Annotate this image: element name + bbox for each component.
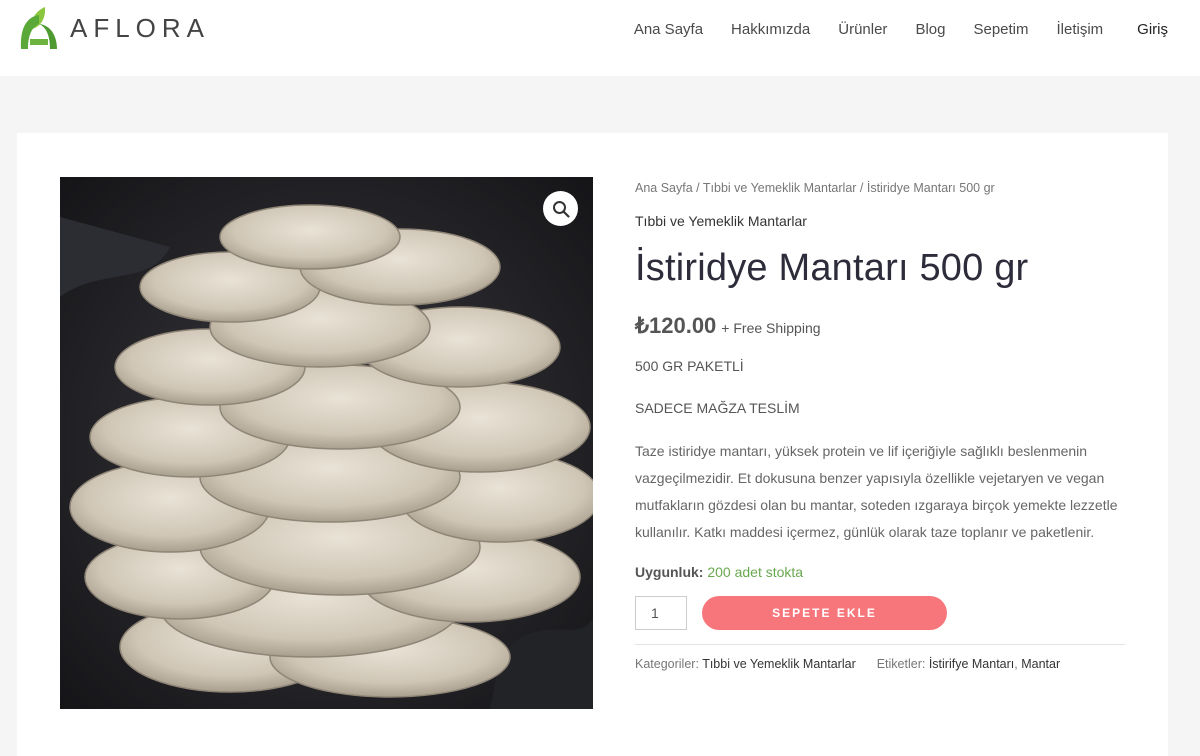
main-nav: Ana Sayfa Hakkımızda Ürünler Blog Sepeti… bbox=[606, 20, 1168, 40]
brand-name: AFLORA bbox=[70, 12, 211, 43]
breadcrumb-current: İstiridye Mantarı 500 gr bbox=[866, 181, 995, 195]
nav-item-blog[interactable]: Blog bbox=[915, 20, 945, 40]
brand-logo[interactable]: AFLORA bbox=[18, 5, 210, 51]
breadcrumb-separator: / bbox=[856, 181, 867, 195]
nav-item-products[interactable]: Ürünler bbox=[838, 20, 887, 40]
breadcrumb-separator: / bbox=[692, 181, 703, 195]
stock-label: Uygunluk: bbox=[635, 564, 704, 580]
product-meta: Kategoriler: Tıbbi ve Yemeklik Mantarlar… bbox=[635, 657, 1061, 671]
product-summary: Ana Sayfa / Tıbbi ve Yemeklik Mantarlar … bbox=[635, 178, 1125, 672]
breadcrumb: Ana Sayfa / Tıbbi ve Yemeklik Mantarlar … bbox=[635, 178, 1125, 198]
add-to-cart-button[interactable]: SEPETE EKLE bbox=[702, 596, 947, 630]
package-info: 500 GR PAKETLİ bbox=[635, 358, 744, 374]
site-header: AFLORA Ana Sayfa Hakkımızda Ürünler Blog… bbox=[0, 0, 1200, 76]
stock-value: 200 adet stokta bbox=[707, 564, 804, 580]
divider bbox=[635, 644, 1125, 645]
leaf-a-logo-icon bbox=[20, 7, 57, 49]
product-category[interactable]: Tıbbi ve Yemeklik Mantarlar bbox=[635, 211, 1125, 231]
nav-item-cart[interactable]: Sepetim bbox=[973, 20, 1028, 40]
product-title: İstiridye Mantarı 500 gr bbox=[635, 247, 1029, 289]
price-row: ₺120.00 + Free Shipping bbox=[635, 313, 1125, 339]
nav-item-about[interactable]: Hakkımızda bbox=[731, 20, 810, 40]
nav-item-login[interactable]: Giriş bbox=[1137, 20, 1168, 40]
breadcrumb-home[interactable]: Ana Sayfa bbox=[635, 181, 693, 195]
magnifier-icon bbox=[552, 200, 570, 218]
category-link[interactable]: Tıbbi ve Yemeklik Mantarlar bbox=[702, 657, 856, 671]
quantity-input[interactable] bbox=[635, 596, 687, 630]
tags-label: Etiketler: bbox=[876, 657, 926, 671]
tag-link[interactable]: İstirifye Mantarı bbox=[929, 657, 1014, 671]
zoom-button[interactable] bbox=[543, 191, 578, 226]
shipping-note: + Free Shipping bbox=[721, 320, 821, 336]
product-price: ₺120.00 bbox=[635, 313, 717, 338]
add-to-cart-form: SEPETE EKLE bbox=[635, 596, 1125, 630]
nav-item-home[interactable]: Ana Sayfa bbox=[634, 20, 703, 40]
nav-item-contact[interactable]: İletişim bbox=[1057, 20, 1104, 40]
categories-label: Kategoriler: bbox=[635, 657, 699, 671]
stock-status: Uygunluk: 200 adet stokta bbox=[635, 562, 1125, 582]
product-image[interactable] bbox=[60, 177, 593, 709]
tag-link[interactable]: Mantar bbox=[1021, 657, 1060, 671]
delivery-info: SADECE MAĞZA TESLİM bbox=[635, 400, 800, 416]
product-description: Taze istiridye mantarı, yüksek protein v… bbox=[635, 443, 1118, 540]
breadcrumb-category[interactable]: Tıbbi ve Yemeklik Mantarlar bbox=[703, 181, 857, 195]
